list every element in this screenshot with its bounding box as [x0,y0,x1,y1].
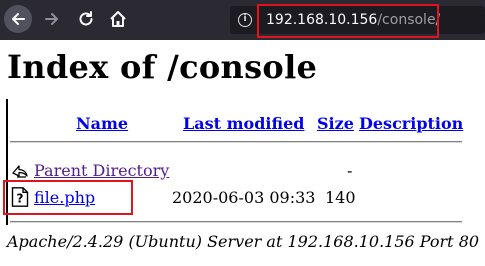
column-header-name[interactable]: Name [76,114,128,133]
row-size: 140 [325,188,356,207]
file-highlight-box [3,180,133,215]
back-button[interactable] [4,5,32,33]
arrow-left-icon [12,13,25,25]
column-header-last-modified[interactable]: Last modified [183,114,304,133]
footer-divider [10,221,462,223]
info-icon[interactable]: i [238,13,252,27]
url-highlight-box [257,4,439,38]
reload-button[interactable] [72,5,100,33]
header-divider [10,141,462,143]
server-signature: Apache/2.4.29 (Ubuntu) Server at 192.168… [7,232,480,251]
column-header-description[interactable]: Description [359,114,463,133]
home-icon [110,11,126,27]
page-title: Index of /console [7,48,318,86]
row-size: - [347,161,353,180]
arrow-right-icon [45,13,58,25]
home-button[interactable] [104,5,132,33]
column-header-size[interactable]: Size [317,114,354,133]
row-last-modified: 2020-06-03 09:33 [172,188,316,207]
forward-button[interactable] [38,5,66,33]
parent-directory-link[interactable]: Parent Directory [34,161,169,180]
back-arrow-icon [11,160,29,180]
reload-icon [79,11,93,26]
